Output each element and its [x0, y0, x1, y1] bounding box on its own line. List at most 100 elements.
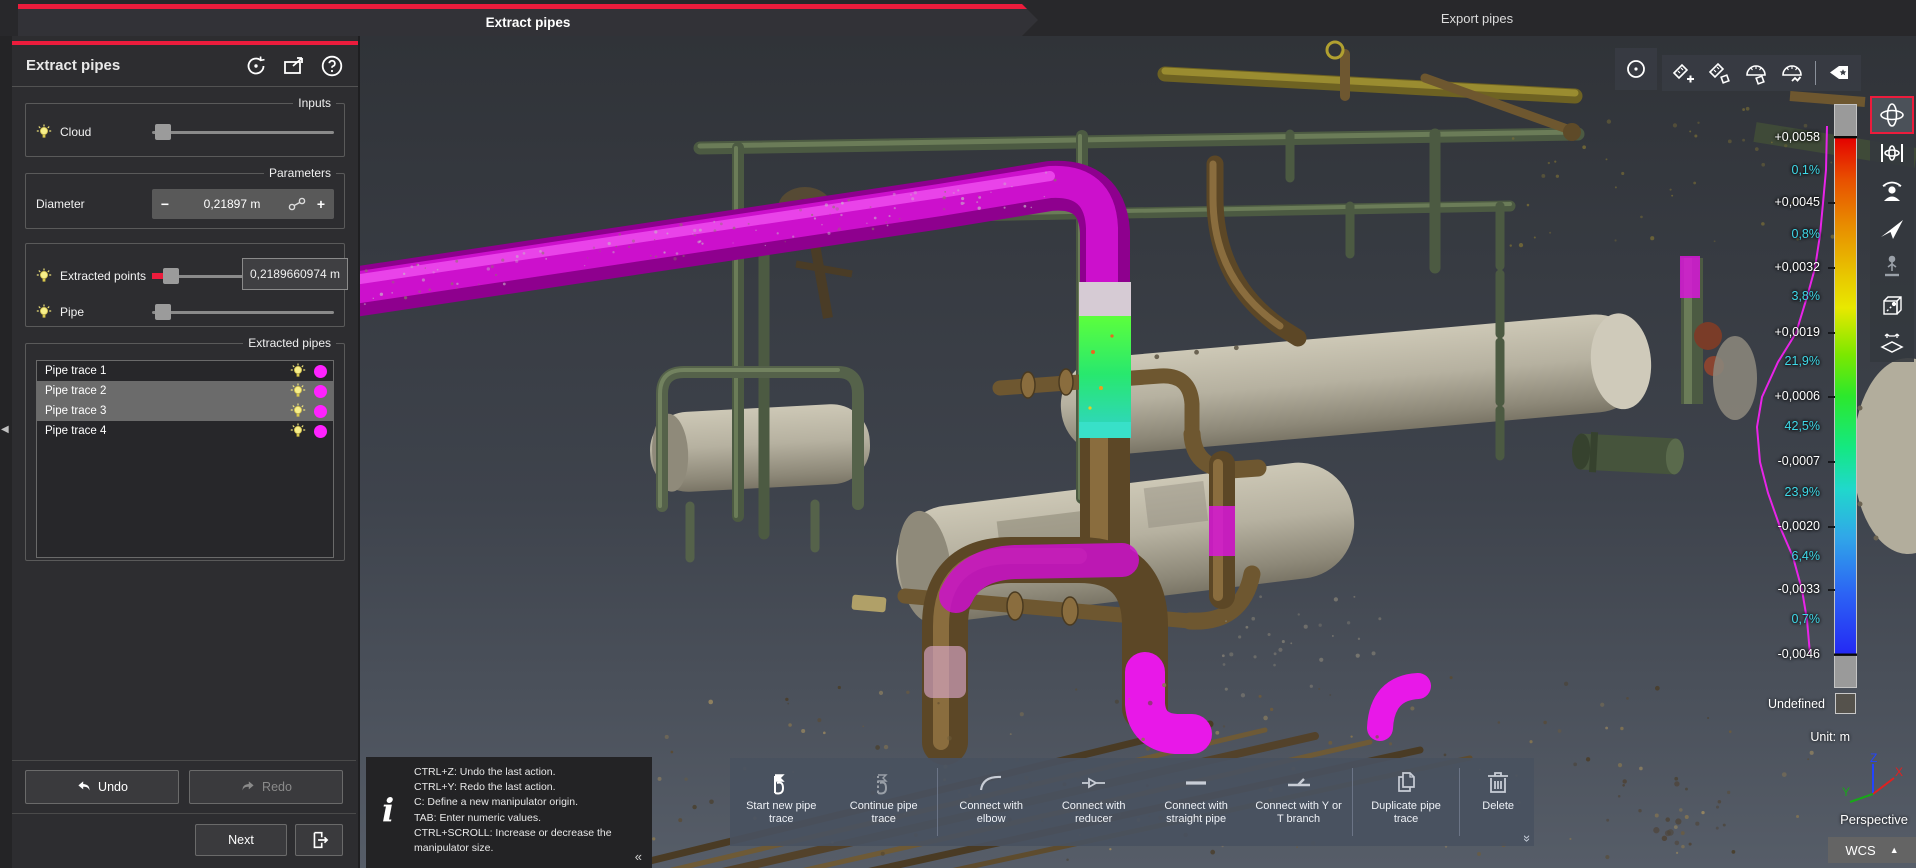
visibility-bulb-icon[interactable]: [36, 268, 52, 284]
tag-star-icon: [1827, 61, 1851, 85]
undefined-color-swatch[interactable]: [1835, 693, 1856, 714]
scale-percent: 0,7%: [1748, 612, 1820, 626]
panel-bottom: Undo Redo Next: [12, 760, 356, 868]
measure-angle-button[interactable]: [1740, 58, 1772, 88]
continue-pipe-trace-button[interactable]: Continue pipe trace: [832, 758, 934, 846]
fly-mode-button[interactable]: [1870, 210, 1914, 248]
navigation-toolbar: [1870, 96, 1914, 362]
measure-angle-polyline-button[interactable]: [1776, 58, 1808, 88]
look-around-button[interactable]: [1870, 172, 1914, 210]
trace-color-swatch[interactable]: [314, 425, 327, 438]
diameter-increase-button[interactable]: +: [308, 196, 334, 212]
connect-with-branch-button[interactable]: Connect with Y or T branch: [1247, 758, 1349, 846]
protractor-zigzag-icon: [1780, 61, 1804, 85]
trace-color-swatch[interactable]: [314, 405, 327, 418]
orbit-mode-button[interactable]: [1870, 96, 1914, 134]
wcs-dropdown[interactable]: WCS ▲: [1828, 837, 1916, 863]
parameters-group: Parameters Diameter − 0,21897 m +: [25, 173, 345, 229]
scale-percent: 0,8%: [1748, 227, 1820, 241]
delete-button[interactable]: Delete: [1462, 758, 1534, 846]
info-line: C: Define a new manipulator origin.: [414, 795, 642, 810]
reducer-icon: [1079, 768, 1109, 798]
connect-with-straight-pipe-button[interactable]: Connect with straight pipe: [1145, 758, 1247, 846]
cube-dashed-icon: [1879, 292, 1905, 318]
panel-title: Extract pipes: [26, 57, 230, 74]
visibility-bulb-icon[interactable]: [36, 124, 52, 140]
scale-percent: 21,9%: [1748, 354, 1820, 368]
panel-collapse-icon[interactable]: ◀: [1, 424, 9, 435]
trace-color-swatch[interactable]: [314, 385, 327, 398]
reset-history-icon[interactable]: [244, 54, 268, 78]
toolbar-separator: [1459, 768, 1460, 836]
redo-button[interactable]: Redo: [189, 770, 343, 804]
label-tag-button[interactable]: [1823, 58, 1855, 88]
connect-with-elbow-button[interactable]: Connect with elbow: [940, 758, 1042, 846]
connect-with-reducer-button[interactable]: Connect with reducer: [1042, 758, 1144, 846]
unit-label: Unit: m: [1740, 730, 1850, 744]
panel-header: Extract pipes: [12, 45, 358, 87]
trash-icon: [1483, 768, 1513, 798]
detach-panel-icon[interactable]: [282, 54, 306, 78]
measure-distance-button[interactable]: [1704, 58, 1736, 88]
visibility-bulb-icon[interactable]: [290, 363, 306, 379]
visibility-bulb-icon[interactable]: [36, 304, 52, 320]
start-new-pipe-trace-button[interactable]: Start new pipe trace: [730, 758, 832, 846]
info-line: CTRL+SCROLL: Increase or decrease the ma…: [414, 826, 642, 856]
ruler-square-icon: [1708, 61, 1732, 85]
walk-mode-button[interactable]: [1870, 248, 1914, 286]
extract-pipes-panel: Extract pipes Inputs: [12, 36, 360, 868]
undefined-label: Undefined: [1768, 697, 1825, 711]
box-arrows-icon: [1879, 330, 1905, 356]
diameter-spinner[interactable]: − 0,21897 m +: [152, 189, 334, 219]
diameter-link-icon[interactable]: [286, 196, 308, 212]
examine-cube-button[interactable]: [1870, 286, 1914, 324]
center-target-button[interactable]: [1615, 48, 1657, 90]
list-item[interactable]: Pipe trace 2: [37, 381, 333, 401]
branch-icon: [1284, 768, 1314, 798]
diameter-value[interactable]: 0,21897 m: [178, 197, 286, 211]
next-button[interactable]: Next: [195, 824, 287, 856]
visibility-bulb-icon[interactable]: [290, 423, 306, 439]
3d-viewport[interactable]: +0,0058 0,1% +0,0045 0,8% +0,0032 3,8% +…: [360, 36, 1916, 868]
cloud-opacity-slider[interactable]: [152, 123, 334, 141]
scale-value: -0,0007: [1748, 454, 1820, 468]
cloud-label: Cloud: [60, 125, 91, 139]
help-icon[interactable]: [320, 54, 344, 78]
orbit-constrained-icon: [1879, 140, 1905, 166]
visibility-bulb-icon[interactable]: [290, 403, 306, 419]
list-item[interactable]: Pipe trace 1: [37, 361, 333, 381]
duplicate-pipe-trace-button[interactable]: Duplicate pipe trace: [1355, 758, 1457, 846]
extracted-pipes-legend: Extracted pipes: [243, 336, 336, 350]
extracted-points-label: Extracted points: [60, 269, 146, 283]
undo-button[interactable]: Undo: [25, 770, 179, 804]
tab-extract-pipes[interactable]: Extract pipes: [18, 4, 1038, 36]
scale-value: +0,0058: [1748, 130, 1820, 144]
diameter-decrease-button[interactable]: −: [152, 196, 178, 212]
diameter-label: Diameter: [36, 197, 85, 211]
info-collapse-icon[interactable]: «: [635, 849, 642, 864]
visibility-bulb-icon[interactable]: [290, 383, 306, 399]
person-look-icon: [1879, 178, 1905, 204]
constrained-orbit-button[interactable]: [1870, 134, 1914, 172]
toolbar-separator: [937, 768, 938, 836]
list-item[interactable]: Pipe trace 4: [37, 421, 333, 441]
tab-export-pipes[interactable]: Export pipes: [1038, 0, 1916, 36]
toolbar-separator: [1815, 61, 1816, 85]
panel-collapse-strip[interactable]: ◀: [0, 36, 12, 868]
toolbar-collapse-icon[interactable]: »: [1520, 835, 1535, 842]
list-item[interactable]: Pipe trace 3: [37, 401, 333, 421]
scale-value: +0,0019: [1748, 325, 1820, 339]
scale-value: +0,0032: [1748, 260, 1820, 274]
shortcut-info-box: i CTRL+Z: Undo the last action. CTRL+Y: …: [366, 757, 652, 868]
extracted-pipes-group: Extracted pipes Pipe trace 1 Pipe trace …: [25, 343, 345, 561]
continue-pipe-trace-icon: [869, 768, 899, 798]
undefined-row: Undefined: [1756, 693, 1856, 714]
pipe-edit-toolbar: Start new pipe trace Continue pipe trace…: [730, 758, 1534, 846]
parameters-legend: Parameters: [264, 166, 336, 180]
projection-mode-label[interactable]: Perspective: [1840, 812, 1908, 827]
trace-color-swatch[interactable]: [314, 365, 327, 378]
pipe-opacity-slider[interactable]: [152, 303, 334, 321]
exit-step-button[interactable]: [295, 824, 343, 856]
level-section-button[interactable]: [1870, 324, 1914, 362]
add-measurement-button[interactable]: [1668, 58, 1700, 88]
